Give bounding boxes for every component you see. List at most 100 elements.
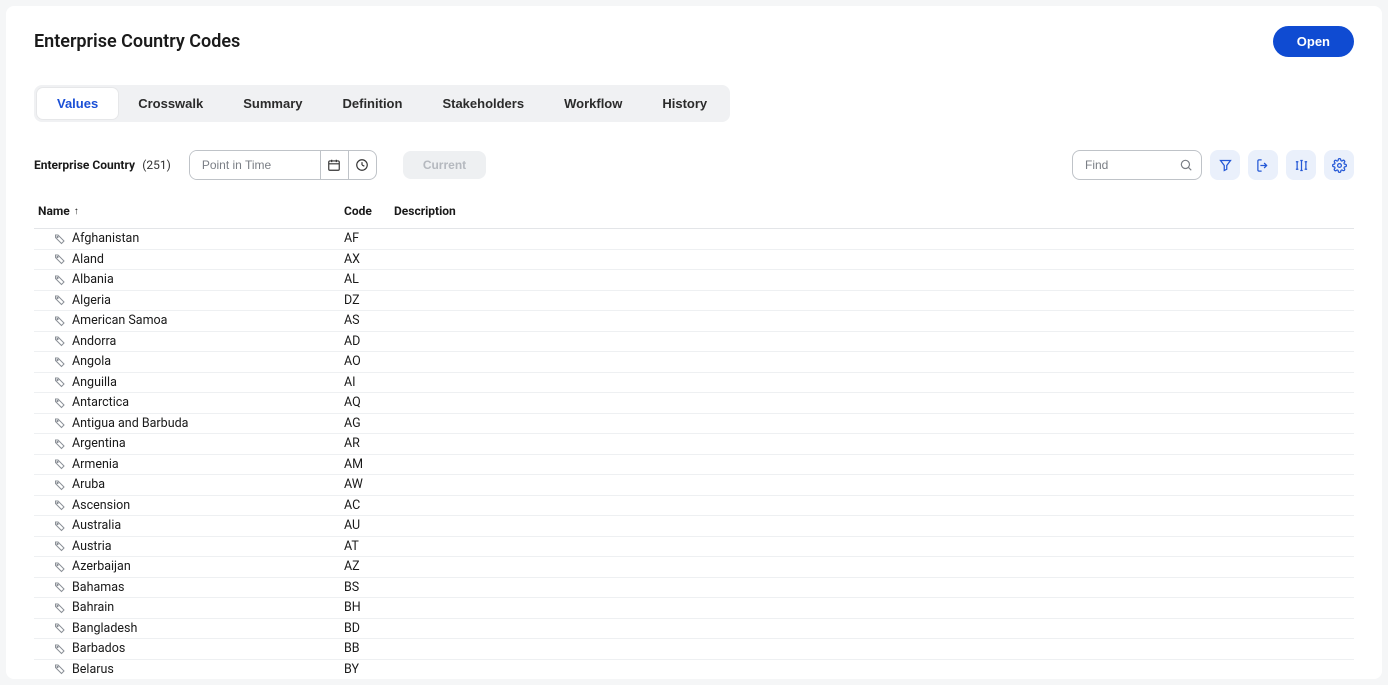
cell-name: Argentina bbox=[34, 436, 344, 451]
column-header-name-label: Name bbox=[38, 204, 70, 218]
column-header-name[interactable]: Name ↑ bbox=[34, 204, 344, 218]
cell-name-text: Aland bbox=[72, 252, 104, 267]
tag-icon bbox=[54, 233, 66, 245]
cell-name: Algeria bbox=[34, 293, 344, 308]
table-row[interactable]: Bahamas BS bbox=[34, 578, 1354, 599]
table-row[interactable]: ArgentinaAR bbox=[34, 434, 1354, 455]
cell-code: AL bbox=[344, 272, 394, 287]
cell-code: AZ bbox=[344, 559, 394, 574]
cell-name-text: Bahamas bbox=[72, 580, 124, 595]
current-button[interactable]: Current bbox=[403, 151, 486, 179]
tag-icon bbox=[54, 274, 66, 286]
table-row[interactable]: AustraliaAU bbox=[34, 516, 1354, 537]
cell-name: Azerbaijan bbox=[34, 559, 344, 574]
export-button[interactable] bbox=[1248, 150, 1278, 180]
table-row[interactable]: AscensionAC bbox=[34, 496, 1354, 517]
table-row[interactable]: AlgeriaDZ bbox=[34, 291, 1354, 312]
tag-icon bbox=[54, 663, 66, 675]
table-row[interactable]: AfghanistanAF bbox=[34, 229, 1354, 250]
table-body[interactable]: AfghanistanAFAlandAXAlbaniaALAlgeriaDZAm… bbox=[34, 229, 1354, 679]
page-container: Enterprise Country Codes Open ValuesCros… bbox=[6, 6, 1382, 679]
cell-name: Australia bbox=[34, 518, 344, 533]
export-icon bbox=[1256, 158, 1271, 173]
tag-icon bbox=[54, 540, 66, 552]
table-row[interactable]: American SamoaAS bbox=[34, 311, 1354, 332]
cell-code: AU bbox=[344, 518, 394, 533]
cell-code: AQ bbox=[344, 395, 394, 410]
cell-name: Bahrain bbox=[34, 600, 344, 615]
table-row[interactable]: AntarcticaAQ bbox=[34, 393, 1354, 414]
toolbar-right bbox=[1072, 150, 1354, 180]
filter-button[interactable] bbox=[1210, 150, 1240, 180]
cell-name-text: Austria bbox=[72, 539, 112, 554]
tab-workflow[interactable]: Workflow bbox=[544, 88, 642, 119]
tab-history[interactable]: History bbox=[642, 88, 727, 119]
table-row[interactable]: Barbados BB bbox=[34, 639, 1354, 660]
calendar-icon[interactable] bbox=[320, 151, 348, 179]
section-label-group: Enterprise Country (251) bbox=[34, 158, 171, 173]
cell-code: BS bbox=[344, 580, 394, 595]
cell-name-text: Bangladesh bbox=[72, 621, 137, 636]
find-input[interactable] bbox=[1085, 158, 1179, 172]
settings-button[interactable] bbox=[1324, 150, 1354, 180]
tab-values[interactable]: Values bbox=[37, 88, 118, 119]
tag-icon bbox=[54, 438, 66, 450]
cell-name: Afghanistan bbox=[34, 231, 344, 246]
point-in-time-group bbox=[189, 150, 377, 180]
table-row[interactable]: AnguillaAI bbox=[34, 373, 1354, 394]
column-header-description[interactable]: Description bbox=[394, 204, 1354, 218]
section-label: Enterprise Country bbox=[34, 158, 135, 172]
cell-name-text: Argentina bbox=[72, 436, 126, 451]
cell-code: AT bbox=[344, 539, 394, 554]
tag-icon bbox=[54, 376, 66, 388]
page-title: Enterprise Country Codes bbox=[34, 31, 240, 52]
table-row[interactable]: AndorraAD bbox=[34, 332, 1354, 353]
columns-button[interactable] bbox=[1286, 150, 1316, 180]
tag-icon bbox=[54, 253, 66, 265]
cell-name-text: Algeria bbox=[72, 293, 111, 308]
table-row[interactable]: AlandAX bbox=[34, 250, 1354, 271]
cell-name-text: Barbados bbox=[72, 641, 125, 656]
table-row[interactable]: AzerbaijanAZ bbox=[34, 557, 1354, 578]
cell-name: Antigua and Barbuda bbox=[34, 416, 344, 431]
cell-name-text: Anguilla bbox=[72, 375, 117, 390]
tab-definition[interactable]: Definition bbox=[323, 88, 423, 119]
toolbar: Enterprise Country (251) Current bbox=[34, 150, 1354, 180]
table-row[interactable]: Bangladesh BD bbox=[34, 619, 1354, 640]
tag-icon bbox=[54, 561, 66, 573]
cell-code: BD bbox=[344, 621, 394, 636]
table-row[interactable]: AngolaAO bbox=[34, 352, 1354, 373]
tab-summary[interactable]: Summary bbox=[223, 88, 322, 119]
find-box bbox=[1072, 150, 1202, 180]
table-row[interactable]: Austria AT bbox=[34, 537, 1354, 558]
point-in-time-input[interactable] bbox=[190, 151, 320, 179]
tag-icon bbox=[54, 458, 66, 470]
cell-name: Aland bbox=[34, 252, 344, 267]
tab-crosswalk[interactable]: Crosswalk bbox=[118, 88, 223, 119]
cell-code: AD bbox=[344, 334, 394, 349]
cell-code: BB bbox=[344, 641, 394, 656]
cell-name-text: Bahrain bbox=[72, 600, 114, 615]
table-row[interactable]: ArubaAW bbox=[34, 475, 1354, 496]
table-row[interactable]: AlbaniaAL bbox=[34, 270, 1354, 291]
tab-stakeholders[interactable]: Stakeholders bbox=[422, 88, 544, 119]
table-row[interactable]: BelarusBY bbox=[34, 660, 1354, 680]
gear-icon bbox=[1332, 158, 1347, 173]
open-button[interactable]: Open bbox=[1273, 26, 1354, 57]
table-row[interactable]: Antigua and BarbudaAG bbox=[34, 414, 1354, 435]
search-icon bbox=[1179, 158, 1193, 172]
cell-code: AF bbox=[344, 231, 394, 246]
clock-icon[interactable] bbox=[348, 151, 376, 179]
cell-code: AM bbox=[344, 457, 394, 472]
table-row[interactable]: BahrainBH bbox=[34, 598, 1354, 619]
cell-name-text: Aruba bbox=[72, 477, 105, 492]
column-header-code[interactable]: Code bbox=[344, 204, 394, 218]
cell-name-text: Belarus bbox=[72, 662, 114, 677]
tag-icon bbox=[54, 417, 66, 429]
table-row[interactable]: ArmeniaAM bbox=[34, 455, 1354, 476]
cell-name: Austria bbox=[34, 539, 344, 554]
toolbar-left: Enterprise Country (251) Current bbox=[34, 150, 486, 180]
cell-name-text: American Samoa bbox=[72, 313, 167, 328]
tag-icon bbox=[54, 520, 66, 532]
tag-icon bbox=[54, 356, 66, 368]
